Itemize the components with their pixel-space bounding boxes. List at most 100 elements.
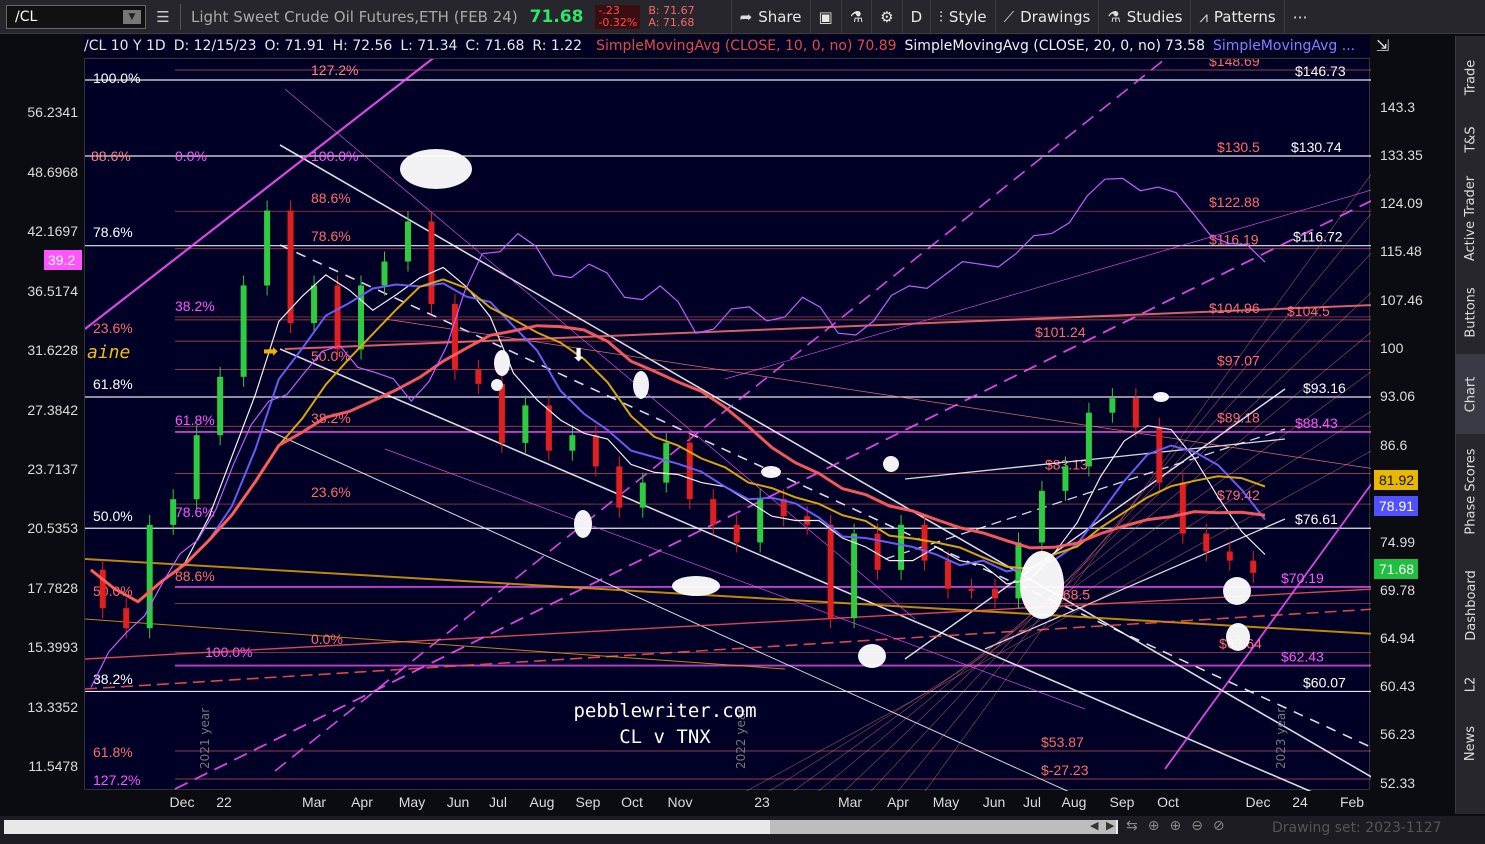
time-axis-tick: Dec (1246, 794, 1271, 810)
right-sidebar: Trade T&S Active Trader Buttons Chart Phase S… (1455, 36, 1485, 814)
price-candle (1226, 551, 1233, 561)
price-candle (193, 435, 200, 500)
right-axis-tick: 86.6 (1380, 437, 1407, 453)
sidebar-tab-active-trader[interactable]: Active Trader (1456, 168, 1485, 268)
snapshot-button[interactable]: ▣ (809, 0, 841, 34)
year-mark: 2023 year (1274, 708, 1288, 769)
scroll-left-icon[interactable]: ◀ (1090, 819, 1098, 832)
symbol-selector[interactable]: /CL ▼ (6, 4, 146, 29)
price-candle (898, 524, 905, 570)
sma20-label[interactable]: SimpleMovingAvg (CLOSE, 20, 0, no) (905, 38, 1161, 54)
price-candle (264, 210, 271, 286)
chart-scrollbar[interactable]: ◀ ▶ ⇆⊕⊕⊖⊘ Drawing set: 2023-1127 (0, 816, 1485, 844)
highlight-marker (574, 510, 592, 538)
price-chart[interactable]: $146.73 $148.69 $130.5 $130.74 $122.88 $116.1… (84, 58, 1371, 791)
sidebar-tab-label: Buttons (1463, 286, 1479, 338)
price-candle (1109, 398, 1116, 413)
sidebar-tab-dashboard[interactable]: Dashboard (1456, 550, 1485, 660)
more-icon: ⋯ (1292, 7, 1308, 26)
sidebar-tab-news[interactable]: News (1456, 708, 1485, 778)
chart-info-row: /CL 10 Y 1D D: 12/15/23 O: 71.91 H: 72.5… (84, 35, 1370, 57)
flask-button[interactable]: ⚗ (840, 0, 871, 34)
sidebar-tab-buttons[interactable]: Buttons (1456, 272, 1485, 352)
sliders-icon[interactable]: ☰ (152, 6, 174, 28)
price-badge-label: 71.68 (1379, 561, 1414, 577)
price-candle (522, 405, 529, 443)
fib-percent-label: 38.2% (175, 298, 215, 314)
price-candle (1085, 412, 1092, 467)
watermark-subtitle: CL v TNX (619, 726, 711, 748)
sidebar-tab-l2[interactable]: L2 (1456, 662, 1485, 706)
sidebar-tab-label: Trade (1463, 59, 1479, 95)
sidebar-tab-t-s[interactable]: T&S (1456, 112, 1485, 166)
trend-line (384, 448, 1086, 710)
sidebar-tab-label: Chart (1463, 376, 1479, 412)
time-axis-tick: Jun (447, 794, 470, 810)
fib-percent-label: 88.6% (91, 148, 131, 164)
drawing-set-label[interactable]: Drawing set: 2023-1127 (1272, 820, 1442, 836)
scroll-thumb[interactable] (770, 820, 1116, 834)
time-axis-tick: Mar (838, 794, 862, 810)
sma10-label[interactable]: SimpleMovingAvg (CLOSE, 10, 0, no) (596, 38, 852, 54)
patterns-button[interactable]: ⩘ Patterns (1190, 0, 1283, 34)
share-button[interactable]: ➦ Share (730, 0, 810, 34)
timeframe-button[interactable]: D (901, 0, 931, 34)
price-candle (757, 499, 764, 543)
left-axis-tick: 11.5478 (28, 758, 78, 774)
share-label: Share (758, 7, 802, 26)
fib-percent-label: 61.8% (175, 412, 215, 428)
price-candle (592, 435, 599, 467)
scroll-right-icon[interactable]: ▶ (1106, 819, 1114, 832)
right-axis-tick: 93.06 (1380, 388, 1415, 404)
time-axis-tick: Apr (351, 794, 373, 810)
time-axis-tick: Jun (983, 794, 1006, 810)
gear-icon: ⚙ (880, 7, 894, 26)
watermark-site: pebblewriter.com (573, 700, 756, 722)
settings-button[interactable]: ⚙ (871, 0, 901, 34)
style-button[interactable]: ⫶ Style (930, 0, 994, 34)
trend-line (174, 199, 1371, 790)
drawings-button[interactable]: ⟋ Drawings (994, 0, 1099, 34)
trend-line (85, 588, 1371, 660)
sma-third-label[interactable]: SimpleMovingAvg ... (1213, 38, 1355, 54)
fib-percent-label: 38.2% (93, 671, 133, 687)
time-axis-tick: Dec (170, 794, 195, 810)
studies-label: Studies (1126, 7, 1183, 26)
sidebar-tab-trade[interactable]: Trade (1456, 46, 1485, 108)
fib-percent-label: 88.6% (311, 190, 351, 206)
right-axis-tick: 74.99 (1380, 534, 1415, 550)
price-candle (569, 435, 576, 451)
zoom-icons[interactable]: ⇆⊕⊕⊖⊘ (1126, 818, 1235, 834)
price-candle (710, 499, 717, 525)
fib-level-label: $104.96 (1209, 300, 1260, 316)
bar-date: D: 12/15/23 (173, 38, 257, 54)
left-axis-tick: 23.7137 (27, 461, 78, 477)
price-candle (123, 608, 130, 629)
chevron-down-icon[interactable]: ▼ (123, 9, 141, 24)
price-badge-label: 81.92 (1379, 472, 1414, 488)
fib-percent-label: 78.6% (93, 224, 133, 240)
more-button[interactable]: ⋯ (1283, 0, 1316, 34)
sidebar-tab-phase-scores[interactable]: Phase Scores (1456, 436, 1485, 546)
highlight-marker (633, 371, 649, 399)
fib-percent-label: 127.2% (93, 772, 140, 788)
fib-level-label: $130.5 (1217, 139, 1260, 155)
style-label: Style (948, 7, 987, 26)
drawings-label: Drawings (1020, 7, 1091, 26)
price-candle (733, 524, 740, 543)
fib-level-label: $60.07 (1303, 674, 1346, 690)
collapse-icon[interactable]: ⇲ (1376, 36, 1389, 55)
fib-percent-label: 61.8% (93, 744, 133, 760)
fib-level-label: $97.07 (1217, 352, 1260, 368)
top-toolbar: /CL ▼ ☰ Light Sweet Crude Oil Futures,ET… (0, 0, 1485, 34)
time-axis-tick: Aug (530, 794, 555, 810)
left-axis-tick: 36.5174 (27, 283, 78, 299)
trend-line (85, 558, 1371, 635)
fib-level-label: $104.5 (1287, 303, 1330, 319)
left-axis-tick: 20.5353 (27, 520, 78, 536)
left-axis-tick: 27.3842 (27, 402, 78, 418)
sidebar-tab-chart[interactable]: Chart (1456, 354, 1485, 434)
annotation-text: aine (87, 342, 130, 363)
studies-button[interactable]: ⚗ Studies (1098, 0, 1190, 34)
fib-percent-label: 23.6% (93, 320, 133, 336)
